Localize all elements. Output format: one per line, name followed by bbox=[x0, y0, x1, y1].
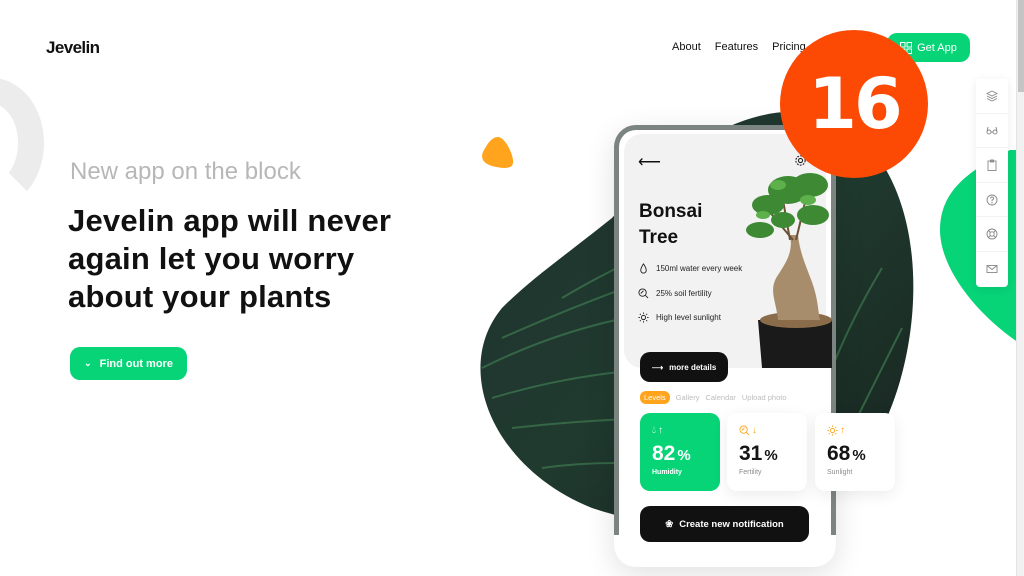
bonsai-image bbox=[746, 173, 832, 368]
side-item-layers[interactable] bbox=[976, 79, 1008, 114]
side-item-support[interactable] bbox=[976, 217, 1008, 252]
sprout-icon: ❀ bbox=[665, 518, 674, 530]
phone-tabs: Levels Gallery Calendar Upload photo bbox=[640, 391, 787, 404]
stat-sunlight: ↑ 68% Sunlight bbox=[815, 413, 895, 491]
tab-gallery[interactable]: Gallery bbox=[676, 393, 700, 402]
tab-levels[interactable]: Levels bbox=[640, 391, 670, 404]
side-item-clipboard[interactable] bbox=[976, 148, 1008, 183]
nav-features[interactable]: Features bbox=[715, 41, 758, 53]
plant-title-line1: Bonsai bbox=[639, 201, 703, 222]
create-notification-label: Create new notification bbox=[679, 518, 784, 530]
nav-about[interactable]: About bbox=[672, 41, 701, 53]
help-icon bbox=[986, 194, 998, 206]
side-toolbar bbox=[976, 79, 1008, 287]
stat-label: Humidity bbox=[652, 469, 682, 476]
tab-upload-photo[interactable]: Upload photo bbox=[742, 393, 787, 402]
mail-icon bbox=[986, 265, 998, 274]
main-nav: About Features Pricing bbox=[672, 41, 820, 53]
get-app-label: Get App bbox=[917, 41, 957, 54]
side-item-glasses[interactable] bbox=[976, 114, 1008, 149]
create-notification-button[interactable]: ❀ Create new notification bbox=[640, 506, 809, 542]
scrollbar-thumb[interactable] bbox=[1018, 0, 1024, 92]
trend-icon: ↑ bbox=[658, 424, 663, 436]
more-details-label: more details bbox=[669, 362, 717, 372]
page: Jevelin About Features Pricing Get App N… bbox=[0, 0, 1024, 576]
plant-title-line2: Tree bbox=[639, 227, 679, 248]
stat-value: 68 bbox=[827, 442, 851, 465]
side-item-mail[interactable] bbox=[976, 252, 1008, 287]
trend-icon: ↓ bbox=[752, 424, 757, 436]
page-scrollbar[interactable] bbox=[1016, 0, 1024, 576]
attribute-water-text: 150ml water every week bbox=[656, 264, 743, 273]
attribute-sun-text: High level sunlight bbox=[656, 313, 721, 322]
stat-unit: % bbox=[764, 447, 778, 464]
hero-kicker: New app on the block bbox=[70, 158, 301, 185]
lifebuoy-icon bbox=[986, 228, 998, 240]
soil-icon bbox=[638, 288, 649, 299]
find-out-more-label: Find out more bbox=[99, 357, 173, 370]
stat-unit: % bbox=[852, 447, 866, 464]
stat-value: 31 bbox=[739, 442, 763, 465]
sun-icon bbox=[827, 424, 838, 436]
side-item-help[interactable] bbox=[976, 183, 1008, 218]
trend-icon: ↑ bbox=[840, 424, 845, 436]
water-drop-icon: 💧︎ bbox=[652, 424, 656, 436]
attribute-water: 150ml water every week bbox=[638, 263, 742, 274]
attribute-soil: 25% soil fertility bbox=[638, 288, 712, 299]
number-badge: 16 bbox=[780, 30, 928, 178]
attribute-soil-text: 25% soil fertility bbox=[656, 289, 712, 298]
stat-label: Sunlight bbox=[827, 469, 853, 476]
attribute-sun: High level sunlight bbox=[638, 312, 721, 323]
plant-title: Bonsai Tree bbox=[639, 199, 702, 251]
back-arrow-icon[interactable]: ⟵ bbox=[638, 152, 661, 172]
decorative-orange-blob bbox=[482, 137, 514, 168]
decorative-ring bbox=[0, 78, 44, 208]
tab-calendar[interactable]: Calendar bbox=[705, 393, 735, 402]
stat-unit: % bbox=[677, 447, 691, 464]
sun-icon bbox=[638, 312, 649, 323]
stat-fertility: ↓ 31% Fertility bbox=[727, 413, 807, 491]
stat-humidity: 💧︎ ↑ 82% Humidity bbox=[640, 413, 720, 491]
glasses-icon bbox=[986, 127, 998, 135]
stat-value: 82 bbox=[652, 442, 676, 465]
arrow-right-icon: ⟶ bbox=[651, 362, 664, 372]
stat-label: Fertility bbox=[739, 469, 762, 476]
soil-icon bbox=[739, 424, 750, 435]
find-out-more-button[interactable]: ⌄ Find out more bbox=[70, 347, 187, 380]
hero-headline: Jevelin app will never again let you wor… bbox=[68, 203, 392, 314]
more-details-button[interactable]: ⟶ more details bbox=[640, 352, 728, 382]
chevron-down-icon: ⌄ bbox=[84, 358, 92, 368]
layers-icon bbox=[986, 90, 998, 102]
water-drop-icon bbox=[640, 263, 647, 274]
clipboard-icon bbox=[987, 159, 997, 171]
logo[interactable]: Jevelin bbox=[46, 38, 100, 58]
